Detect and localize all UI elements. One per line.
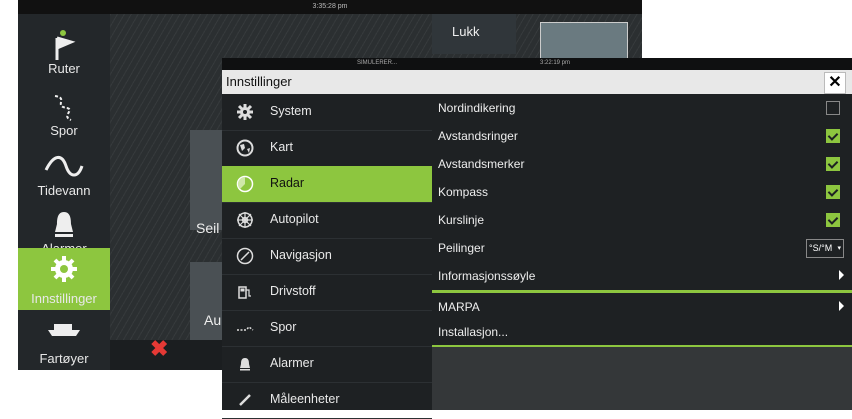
simulator-indicator: SIMULERER... — [357, 60, 398, 66]
sidebar-item-spor[interactable]: Spor — [18, 86, 110, 142]
setting-nordindikering[interactable]: Nordindikering — [432, 94, 852, 123]
tide-wave-icon — [18, 152, 110, 185]
background-tile-au[interactable]: Au — [190, 262, 224, 342]
settings-window: SIMULERER... 3:22:19 pm Innstillinger ✕ … — [222, 58, 852, 419]
sidebar-item-innstillinger[interactable]: Innstillinger — [18, 248, 110, 310]
ruler-icon — [236, 391, 254, 409]
globe-icon — [236, 139, 254, 157]
background-clock: 3:35:28 pm — [312, 3, 348, 10]
menu-item-maleenheter[interactable]: Måleenheter — [222, 382, 432, 419]
fuel-pump-icon — [236, 283, 254, 301]
setting-kompass[interactable]: Kompass — [432, 178, 852, 207]
nordindikering-checkbox[interactable] — [826, 101, 840, 115]
chevron-right-icon — [839, 301, 844, 311]
setting-marpa[interactable]: MARPA — [432, 293, 852, 322]
settings-title-bar: Innstillinger ✕ — [222, 70, 852, 95]
menu-item-alarmer[interactable]: Alarmer — [222, 346, 432, 383]
steering-wheel-icon — [236, 211, 254, 229]
menu-item-radar[interactable]: Radar — [222, 166, 432, 203]
sidebar-item-ruter[interactable]: Ruter — [18, 24, 110, 80]
sidebar-item-fartoyer[interactable]: Fartøyer — [18, 314, 110, 370]
setting-avstandsringer[interactable]: Avstandsringer — [432, 122, 852, 151]
gear-icon — [236, 103, 254, 121]
compass-icon — [236, 247, 254, 265]
close-icon: ✕ — [828, 74, 842, 91]
trail-icon — [236, 319, 254, 337]
peilinger-dropdown[interactable]: °S/°M ▾ — [806, 239, 844, 258]
background-tile-seil[interactable]: Seil — [190, 130, 224, 236]
radar-icon — [236, 175, 254, 193]
kurslinje-checkbox[interactable] — [826, 213, 840, 227]
background-sidebar: Ruter Spor Tidevann Alarmer Innstillinge… — [18, 14, 110, 370]
setting-kurslinje[interactable]: Kurslinje — [432, 206, 852, 235]
sidebar-item-tidevann[interactable]: Tidevann — [18, 146, 110, 202]
menu-item-system[interactable]: System — [222, 94, 432, 131]
menu-item-navigasjon[interactable]: Navigasjon — [222, 238, 432, 275]
menu-item-spor[interactable]: Spor — [222, 310, 432, 347]
radar-settings-panel: Nordindikering Avstandsringer Avstandsme… — [432, 94, 852, 410]
settings-status-bar: SIMULERER... 3:22:19 pm — [222, 58, 852, 70]
setting-informasjonssoyle[interactable]: Informasjonssøyle — [432, 262, 852, 291]
background-close-button[interactable]: Lukk — [432, 14, 516, 54]
gear-icon — [18, 254, 110, 287]
close-button[interactable]: ✕ — [824, 72, 846, 94]
chevron-right-icon — [839, 270, 844, 280]
bell-icon — [18, 210, 110, 243]
menu-item-drivstoff[interactable]: Drivstoff — [222, 274, 432, 311]
setting-installasjon[interactable]: Installasjon... — [432, 321, 852, 347]
background-status-bar: 3:35:28 pm — [18, 0, 642, 14]
vessel-icon — [18, 320, 110, 343]
background-cancel-icon[interactable]: ✖ — [150, 336, 168, 362]
chevron-down-icon: ▾ — [837, 245, 841, 252]
bell-icon — [236, 355, 254, 373]
trail-icon — [18, 92, 110, 127]
setting-avstandsmerker[interactable]: Avstandsmerker — [432, 150, 852, 179]
avstandsringer-checkbox[interactable] — [826, 129, 840, 143]
kompass-checkbox[interactable] — [826, 185, 840, 199]
status-clock: 3:22:19 pm — [540, 60, 571, 66]
menu-item-autopilot[interactable]: Autopilot — [222, 202, 432, 239]
menu-item-kart[interactable]: Kart — [222, 130, 432, 167]
setting-peilinger[interactable]: Peilinger °S/°M ▾ — [432, 234, 852, 263]
page-title: Innstillinger — [226, 74, 292, 89]
avstandsmerker-checkbox[interactable] — [826, 157, 840, 171]
settings-menu: System Kart Radar Autopilot Navigasjon D… — [222, 94, 432, 419]
